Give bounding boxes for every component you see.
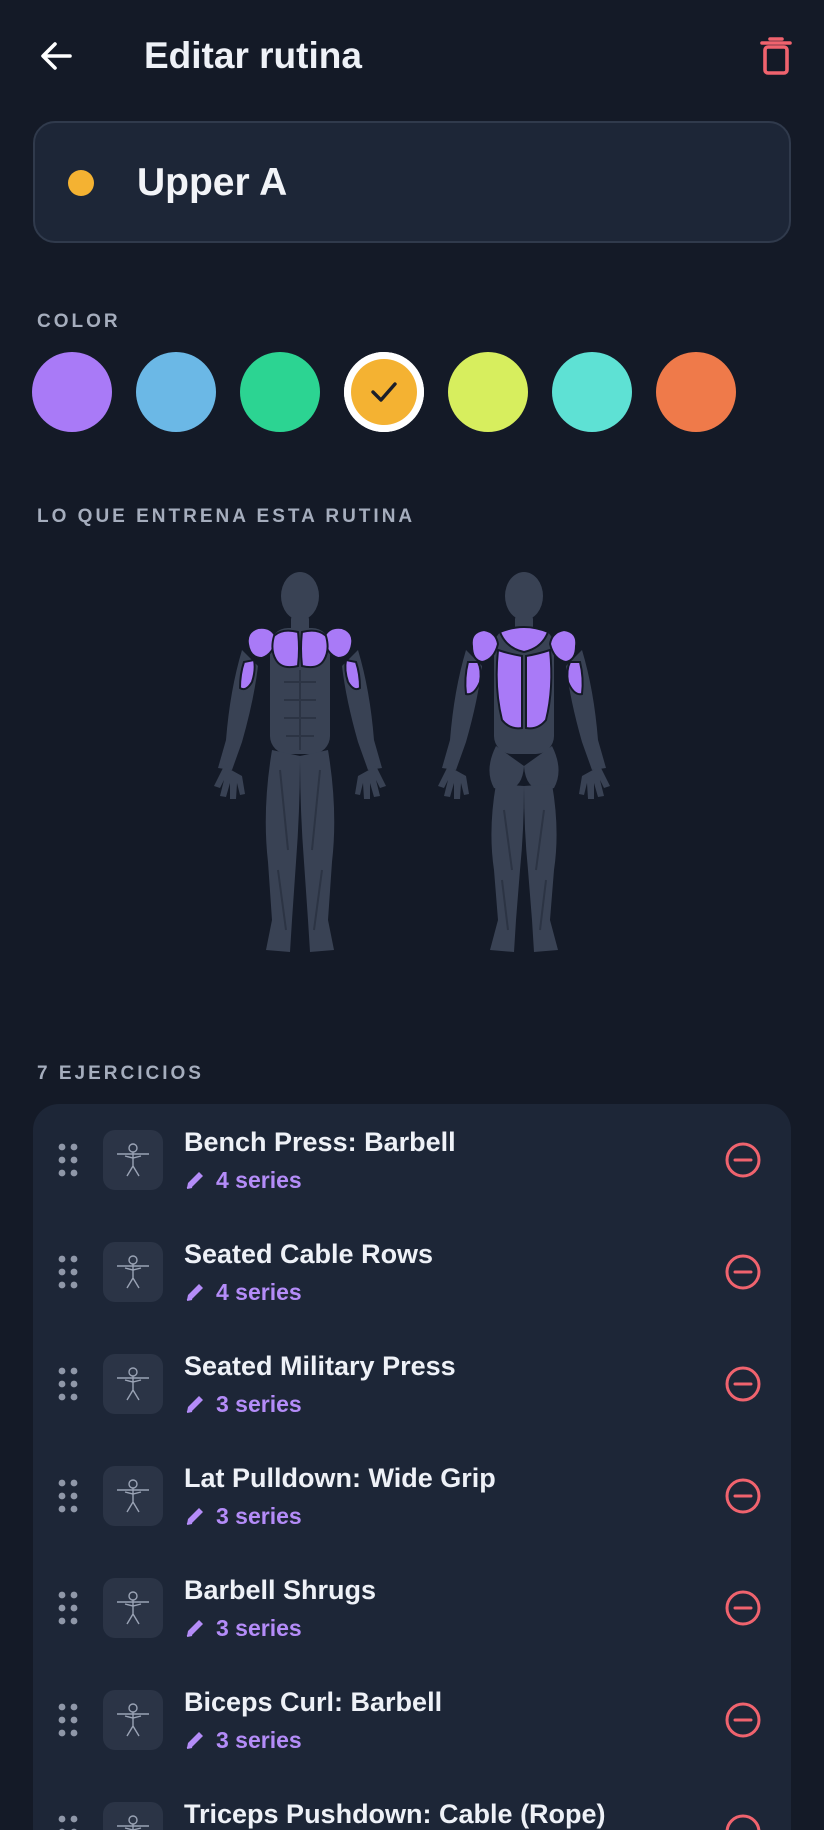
color-swatch[interactable] bbox=[448, 352, 528, 432]
top-bar: Editar rutina bbox=[0, 0, 824, 112]
remove-exercise-button[interactable] bbox=[723, 1364, 763, 1404]
exercise-figure-icon bbox=[117, 1815, 149, 1830]
exercise-row[interactable]: Bench Press: Barbell 4 series bbox=[33, 1104, 791, 1216]
color-swatch[interactable] bbox=[240, 352, 320, 432]
exercise-sets[interactable]: 3 series bbox=[184, 1388, 302, 1420]
exercise-thumbnail bbox=[103, 1354, 163, 1414]
exercise-sets[interactable]: 4 series bbox=[184, 1276, 302, 1308]
exercise-name: Biceps Curl: Barbell bbox=[184, 1687, 443, 1717]
exercise-figure-icon bbox=[117, 1591, 149, 1625]
page-title: Editar rutina bbox=[144, 35, 362, 76]
remove-exercise-button[interactable] bbox=[723, 1476, 763, 1516]
muscle-body-map bbox=[214, 572, 610, 952]
exercise-thumbnail bbox=[103, 1690, 163, 1750]
pencil-icon bbox=[186, 1620, 203, 1637]
exercise-figure-icon bbox=[117, 1479, 149, 1513]
trash-icon bbox=[760, 37, 792, 75]
remove-exercise-button[interactable] bbox=[723, 1252, 763, 1292]
exercise-figure-icon bbox=[117, 1703, 149, 1737]
drag-handle-icon[interactable] bbox=[57, 1142, 79, 1178]
exercise-name: Seated Military Press bbox=[184, 1351, 456, 1381]
exercise-thumbnail bbox=[103, 1466, 163, 1526]
exercise-sets[interactable]: 3 series bbox=[184, 1612, 302, 1644]
exercise-row[interactable]: Seated Cable Rows 4 series bbox=[33, 1216, 791, 1328]
drag-handle-icon[interactable] bbox=[57, 1478, 79, 1514]
routine-name: Upper A bbox=[137, 161, 288, 204]
arrow-left-icon bbox=[41, 42, 72, 70]
pencil-icon bbox=[186, 1508, 203, 1525]
exercise-sets-label: 3 series bbox=[216, 1614, 302, 1641]
remove-exercise-button[interactable] bbox=[723, 1812, 763, 1830]
exercises-section-label: 7 EJERCICIOS bbox=[37, 1063, 204, 1084]
color-swatch[interactable] bbox=[656, 352, 736, 432]
routine-color-dot bbox=[68, 170, 94, 196]
exercise-name: Bench Press: Barbell bbox=[184, 1127, 456, 1157]
exercise-sets-label: 3 series bbox=[216, 1726, 302, 1753]
exercise-row[interactable]: Biceps Curl: Barbell 3 series bbox=[33, 1664, 791, 1776]
exercise-row[interactable]: Barbell Shrugs 3 series bbox=[33, 1552, 791, 1664]
exercise-sets-label: 4 series bbox=[216, 1166, 302, 1193]
exercise-name: Seated Cable Rows bbox=[184, 1239, 434, 1269]
front-body-figure bbox=[214, 572, 386, 952]
pencil-icon bbox=[186, 1172, 203, 1189]
exercise-sets[interactable]: 3 series bbox=[184, 1724, 302, 1756]
color-swatch[interactable] bbox=[32, 352, 112, 432]
remove-exercise-button[interactable] bbox=[723, 1700, 763, 1740]
exercise-name: Triceps Pushdown: Cable (Rope) bbox=[184, 1799, 606, 1829]
exercise-sets-label: 3 series bbox=[216, 1502, 302, 1529]
drag-handle-icon[interactable] bbox=[57, 1254, 79, 1290]
exercise-sets[interactable]: 3 series bbox=[184, 1500, 302, 1532]
edit-routine-screen: Editar rutina Upper A COLOR LO QUE ENTRE… bbox=[0, 0, 824, 1830]
exercise-name: Lat Pulldown: Wide Grip bbox=[184, 1463, 496, 1493]
exercise-row[interactable]: Seated Military Press 3 series bbox=[33, 1328, 791, 1440]
remove-exercise-button[interactable] bbox=[723, 1588, 763, 1628]
exercise-sets-label: 3 series bbox=[216, 1390, 302, 1417]
color-swatch[interactable] bbox=[552, 352, 632, 432]
pencil-icon bbox=[186, 1284, 203, 1301]
color-section-label: COLOR bbox=[37, 311, 121, 332]
exercise-sets[interactable]: 4 series bbox=[184, 1164, 302, 1196]
checkmark-icon bbox=[344, 352, 424, 432]
exercise-thumbnail bbox=[103, 1578, 163, 1638]
exercise-figure-icon bbox=[117, 1255, 149, 1289]
remove-exercise-button[interactable] bbox=[723, 1140, 763, 1180]
routine-name-field[interactable]: Upper A bbox=[33, 121, 791, 243]
exercise-name: Barbell Shrugs bbox=[184, 1575, 377, 1605]
drag-handle-icon[interactable] bbox=[57, 1814, 79, 1830]
exercise-figure-icon bbox=[117, 1367, 149, 1401]
color-picker bbox=[32, 352, 792, 432]
drag-handle-icon[interactable] bbox=[57, 1366, 79, 1402]
exercise-thumbnail bbox=[103, 1802, 163, 1830]
exercise-thumbnail bbox=[103, 1242, 163, 1302]
muscles-section-label: LO QUE ENTRENA ESTA RUTINA bbox=[37, 506, 416, 527]
exercise-thumbnail bbox=[103, 1130, 163, 1190]
color-swatch[interactable] bbox=[344, 352, 424, 432]
exercise-row[interactable]: Triceps Pushdown: Cable (Rope)3 series bbox=[33, 1776, 791, 1830]
back-button[interactable] bbox=[32, 32, 80, 80]
drag-handle-icon[interactable] bbox=[57, 1590, 79, 1626]
exercise-list: Bench Press: Barbell 4 series Seated Cable… bbox=[33, 1104, 791, 1830]
drag-handle-icon[interactable] bbox=[57, 1702, 79, 1738]
exercise-figure-icon bbox=[117, 1143, 149, 1177]
exercise-row[interactable]: Lat Pulldown: Wide Grip 3 series bbox=[33, 1440, 791, 1552]
exercise-sets-label: 4 series bbox=[216, 1278, 302, 1305]
pencil-icon bbox=[186, 1732, 203, 1749]
pencil-icon bbox=[186, 1396, 203, 1413]
delete-routine-button[interactable] bbox=[752, 32, 800, 80]
color-swatch[interactable] bbox=[136, 352, 216, 432]
